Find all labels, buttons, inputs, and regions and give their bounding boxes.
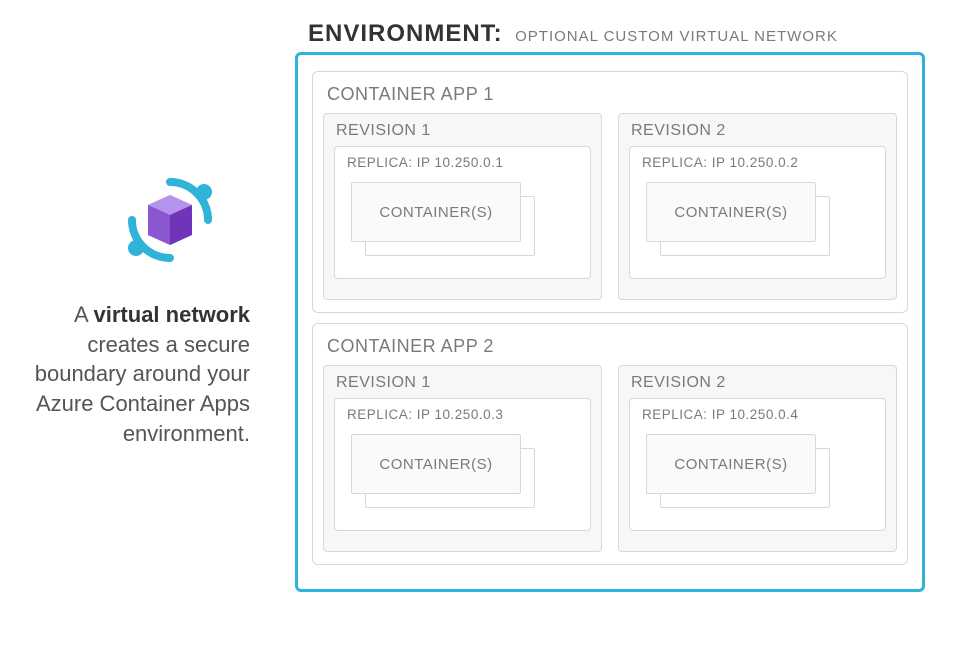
container-card-front: CONTAINER(S) xyxy=(351,434,521,494)
environment-title: ENVIRONMENT: xyxy=(308,20,503,47)
caption-rest: creates a secure boundary around your Az… xyxy=(35,332,250,446)
app1-rev2-replica: REPLICA: IP 10.250.0.2 CONTAINER(S) xyxy=(629,146,886,279)
app2-rev1-replica: REPLICA: IP 10.250.0.3 CONTAINER(S) xyxy=(334,398,591,531)
container-app-1-label: CONTAINER APP 1 xyxy=(327,84,893,105)
app1-rev2-containers: CONTAINER(S) xyxy=(646,182,869,260)
container-app-2: CONTAINER APP 2 REVISION 1 REPLICA: IP 1… xyxy=(312,323,908,565)
environment-box: CONTAINER APP 1 REVISION 1 REPLICA: IP 1… xyxy=(295,52,925,592)
container-app-2-label: CONTAINER APP 2 xyxy=(327,336,893,357)
app2-rev1-label: REVISION 1 xyxy=(336,374,591,392)
app1-rev2-label: REVISION 2 xyxy=(631,122,886,140)
vnet-icon xyxy=(120,170,220,270)
container-card-front: CONTAINER(S) xyxy=(646,182,816,242)
caption-text: A virtual network creates a secure bound… xyxy=(30,300,250,448)
app2-revision-2: REVISION 2 REPLICA: IP 10.250.0.4 CONTAI… xyxy=(618,365,897,552)
app2-revisions: REVISION 1 REPLICA: IP 10.250.0.3 CONTAI… xyxy=(323,365,897,552)
diagram-stage: A virtual network creates a secure bound… xyxy=(0,0,954,646)
app1-revision-2: REVISION 2 REPLICA: IP 10.250.0.2 CONTAI… xyxy=(618,113,897,300)
caption-strong: virtual network xyxy=(94,302,250,327)
app1-rev2-replica-label: REPLICA: IP 10.250.0.2 xyxy=(642,155,875,170)
environment-header: ENVIRONMENT: OPTIONAL CUSTOM VIRTUAL NET… xyxy=(308,20,838,48)
app1-rev1-containers: CONTAINER(S) xyxy=(351,182,574,260)
app1-rev1-replica: REPLICA: IP 10.250.0.1 CONTAINER(S) xyxy=(334,146,591,279)
app2-rev2-label: REVISION 2 xyxy=(631,374,886,392)
app1-revisions: REVISION 1 REPLICA: IP 10.250.0.1 CONTAI… xyxy=(323,113,897,300)
app2-rev2-containers: CONTAINER(S) xyxy=(646,434,869,512)
container-card-front: CONTAINER(S) xyxy=(646,434,816,494)
container-card-front: CONTAINER(S) xyxy=(351,182,521,242)
app2-rev2-replica: REPLICA: IP 10.250.0.4 CONTAINER(S) xyxy=(629,398,886,531)
vnet-icon-wrap xyxy=(30,170,250,270)
environment-subtitle: OPTIONAL CUSTOM VIRTUAL NETWORK xyxy=(515,28,838,45)
app1-revision-1: REVISION 1 REPLICA: IP 10.250.0.1 CONTAI… xyxy=(323,113,602,300)
app1-rev1-replica-label: REPLICA: IP 10.250.0.1 xyxy=(347,155,580,170)
app2-revision-1: REVISION 1 REPLICA: IP 10.250.0.3 CONTAI… xyxy=(323,365,602,552)
side-panel: A virtual network creates a secure bound… xyxy=(30,170,250,448)
app2-rev1-replica-label: REPLICA: IP 10.250.0.3 xyxy=(347,407,580,422)
app2-rev1-containers: CONTAINER(S) xyxy=(351,434,574,512)
app2-rev2-replica-label: REPLICA: IP 10.250.0.4 xyxy=(642,407,875,422)
container-app-1: CONTAINER APP 1 REVISION 1 REPLICA: IP 1… xyxy=(312,71,908,313)
app1-rev1-label: REVISION 1 xyxy=(336,122,591,140)
caption-prefix: A xyxy=(74,302,94,327)
